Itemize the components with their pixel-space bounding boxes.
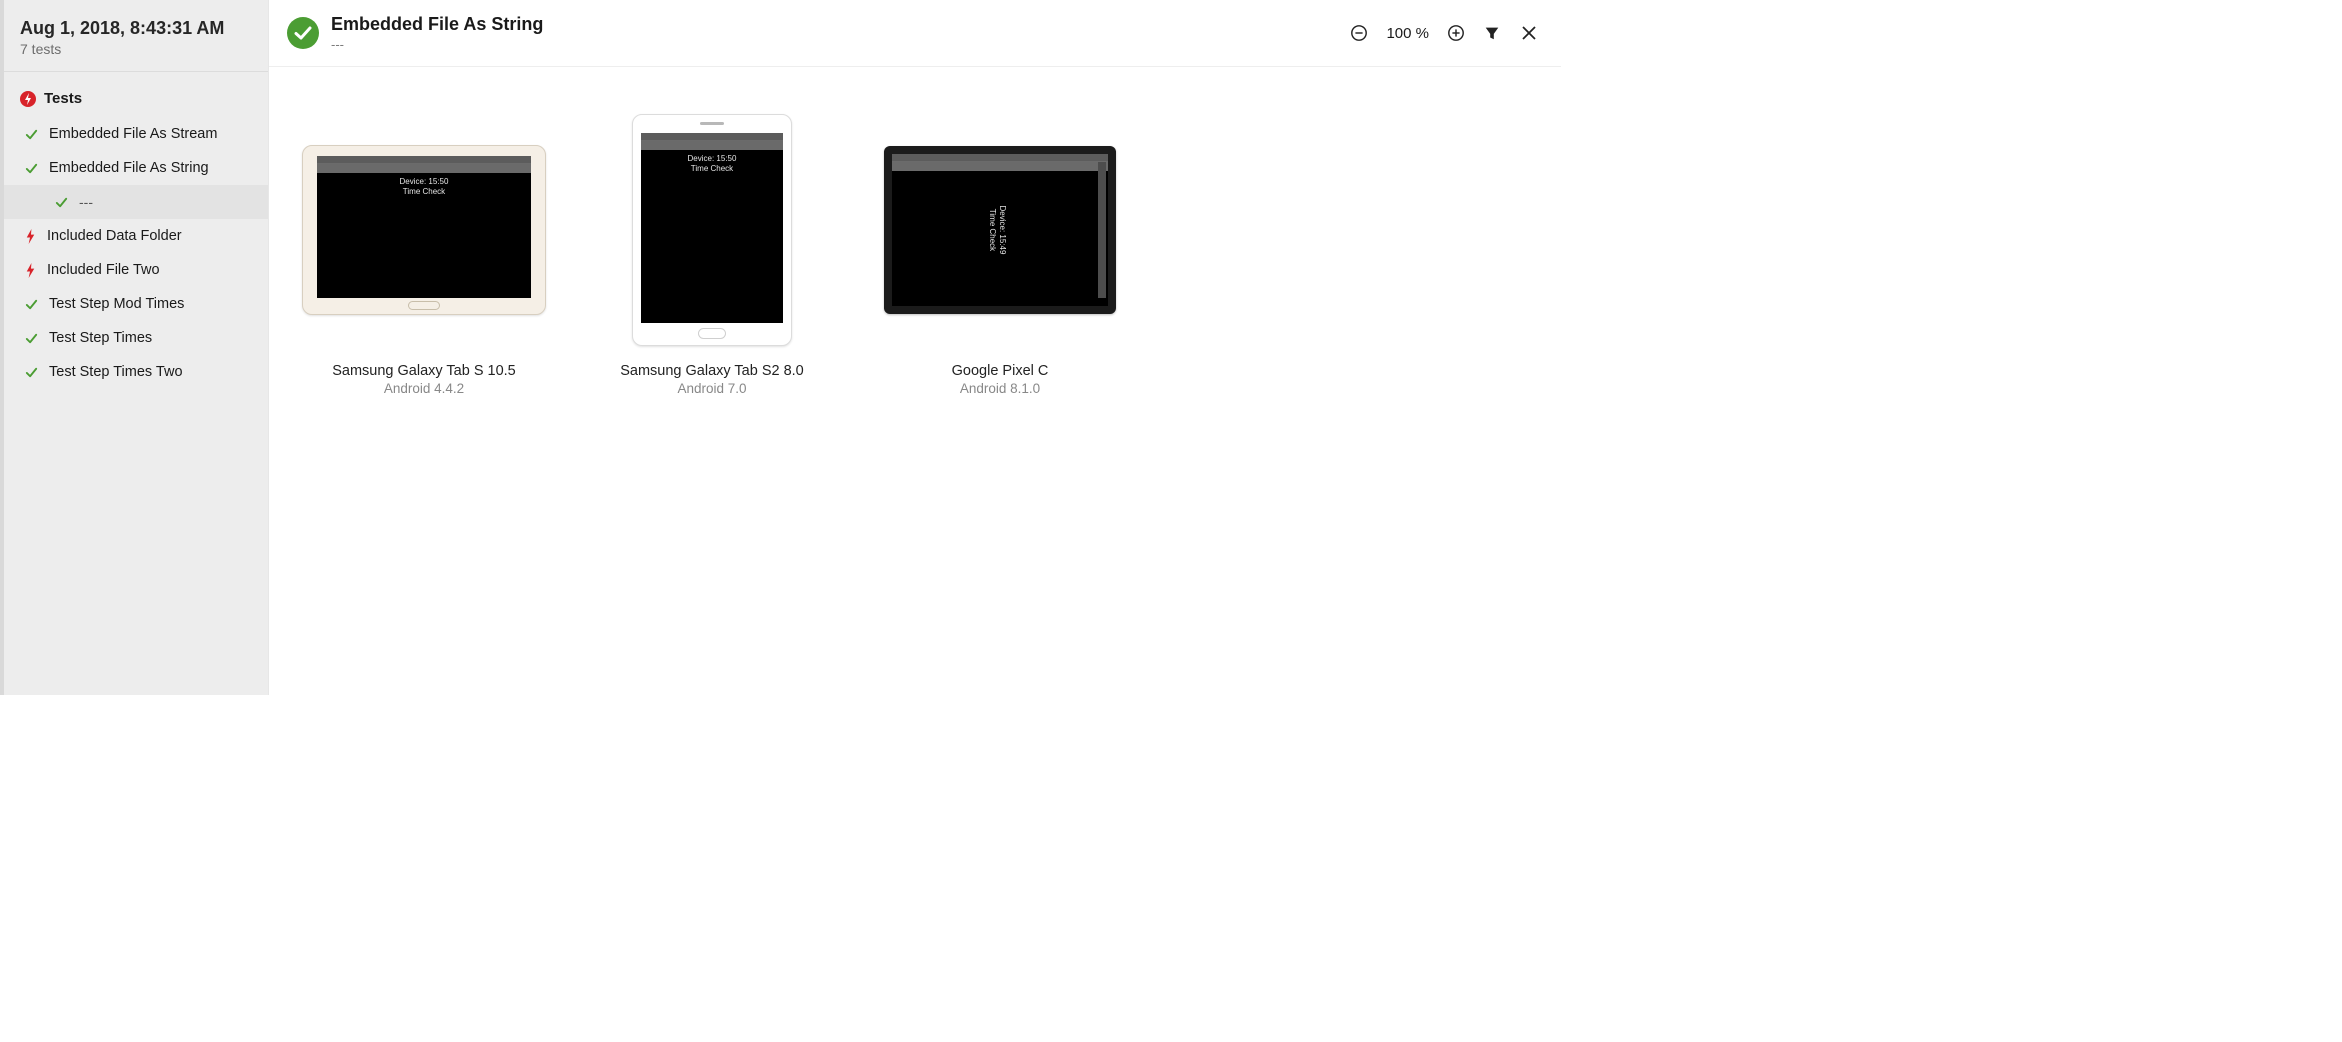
- tests-root-label: Tests: [44, 90, 82, 107]
- sidebar-item-label: Included Data Folder: [47, 228, 182, 244]
- sidebar-test-item[interactable]: Included Data Folder: [4, 219, 268, 253]
- sidebar-test-item[interactable]: Embedded File As Stream: [4, 117, 268, 151]
- sidebar-test-item[interactable]: Embedded File As String: [4, 151, 268, 185]
- device-screen: Device: 15:50Time Check: [317, 156, 531, 298]
- device-os: Android 7.0: [620, 381, 804, 396]
- bolt-icon: [24, 229, 37, 244]
- device-screen-line1: Device: 15:49: [999, 206, 1008, 255]
- device-screen-body: Device: 15:50Time Check: [641, 150, 783, 323]
- close-button[interactable]: [1519, 23, 1539, 43]
- page-title: Embedded File As String: [331, 14, 1338, 35]
- sidebar-test-subitem[interactable]: ---: [4, 185, 268, 219]
- device-name: Samsung Galaxy Tab S 10.5: [332, 363, 516, 379]
- device-frame: Device: 15:50Time Check: [302, 145, 546, 315]
- sidebar-item-label: Test Step Mod Times: [49, 296, 184, 312]
- device-frame-area: Device: 15:50Time Check: [295, 111, 553, 349]
- run-date: Aug 1, 2018, 8:43:31 AM: [20, 18, 252, 39]
- sidebar-test-item[interactable]: Test Step Times Two: [4, 355, 268, 389]
- sidebar-test-item[interactable]: Included File Two: [4, 253, 268, 287]
- device-screen-body: Device: 15:50Time Check: [317, 173, 531, 298]
- device-screen-line1: Device: 15:50: [400, 177, 449, 186]
- sidebar-item-label: Included File Two: [47, 262, 160, 278]
- device-screen-body: Device: 15:49Time Check: [924, 154, 1076, 306]
- device-card[interactable]: Device: 15:50Time Check Samsung Galaxy Ta…: [583, 111, 841, 396]
- device-screen-line1: Device: 15:50: [688, 154, 737, 163]
- bolt-badge-icon: [20, 91, 36, 107]
- sidebar-test-item[interactable]: Test Step Mod Times: [4, 287, 268, 321]
- main-header: Embedded File As String --- 100 %: [269, 0, 1561, 67]
- status-pass-badge-icon: [287, 17, 319, 49]
- check-icon: [54, 195, 69, 210]
- device-screen-line2: Time Check: [691, 164, 733, 173]
- device-os: Android 4.4.2: [332, 381, 516, 396]
- device-frame-area: Device: 15:50Time Check: [583, 111, 841, 349]
- zoom-in-button[interactable]: [1447, 24, 1465, 42]
- device-caption: Samsung Galaxy Tab S 10.5 Android 4.4.2: [332, 363, 516, 396]
- main-panel: Embedded File As String --- 100 % Device…: [269, 0, 1561, 695]
- device-os: Android 8.1.0: [952, 381, 1049, 396]
- check-icon: [24, 297, 39, 312]
- zoom-level: 100 %: [1386, 25, 1429, 42]
- device-name: Google Pixel C: [952, 363, 1049, 379]
- tests-root[interactable]: Tests: [4, 72, 268, 117]
- sidebar-test-item[interactable]: Test Step Times: [4, 321, 268, 355]
- sidebar-item-label: Test Step Times Two: [49, 364, 183, 380]
- sidebar-item-label: Embedded File As Stream: [49, 126, 217, 142]
- check-icon: [24, 127, 39, 142]
- sidebar-item-label: Embedded File As String: [49, 160, 209, 176]
- filter-button[interactable]: [1483, 24, 1501, 42]
- device-grid: Device: 15:50Time CheckSamsung Galaxy Ta…: [269, 67, 1561, 695]
- header-title-block: Embedded File As String ---: [331, 14, 1338, 52]
- page-subtitle: ---: [331, 37, 1338, 52]
- device-card[interactable]: Device: 15:49Time Check Google Pixel C And…: [871, 111, 1129, 396]
- run-header: Aug 1, 2018, 8:43:31 AM 7 tests: [4, 0, 268, 71]
- sidebar-subitem-label: ---: [79, 194, 93, 210]
- device-caption: Samsung Galaxy Tab S2 8.0 Android 7.0: [620, 363, 804, 396]
- device-screen: Device: 15:49Time Check: [892, 154, 1108, 306]
- sidebar-test-list: Embedded File As Stream Embedded File As …: [4, 117, 268, 389]
- device-screen: Device: 15:50Time Check: [641, 133, 783, 323]
- device-screen-line2: Time Check: [989, 209, 998, 251]
- device-frame: Device: 15:49Time Check: [884, 146, 1116, 314]
- device-card[interactable]: Device: 15:50Time Check Samsung Galaxy Ta…: [295, 111, 553, 396]
- device-caption: Google Pixel C Android 8.1.0: [952, 363, 1049, 396]
- sidebar: Aug 1, 2018, 8:43:31 AM 7 tests Tests Em…: [0, 0, 269, 695]
- check-icon: [24, 161, 39, 176]
- device-screen-line2: Time Check: [403, 187, 445, 196]
- sidebar-item-label: Test Step Times: [49, 330, 152, 346]
- device-name: Samsung Galaxy Tab S2 8.0: [620, 363, 804, 379]
- run-count: 7 tests: [20, 41, 252, 57]
- zoom-out-button[interactable]: [1350, 24, 1368, 42]
- device-frame-area: Device: 15:49Time Check: [871, 111, 1129, 349]
- device-frame: Device: 15:50Time Check: [632, 114, 792, 346]
- header-controls: 100 %: [1350, 23, 1539, 43]
- bolt-icon: [24, 263, 37, 278]
- check-icon: [24, 331, 39, 346]
- check-icon: [24, 365, 39, 380]
